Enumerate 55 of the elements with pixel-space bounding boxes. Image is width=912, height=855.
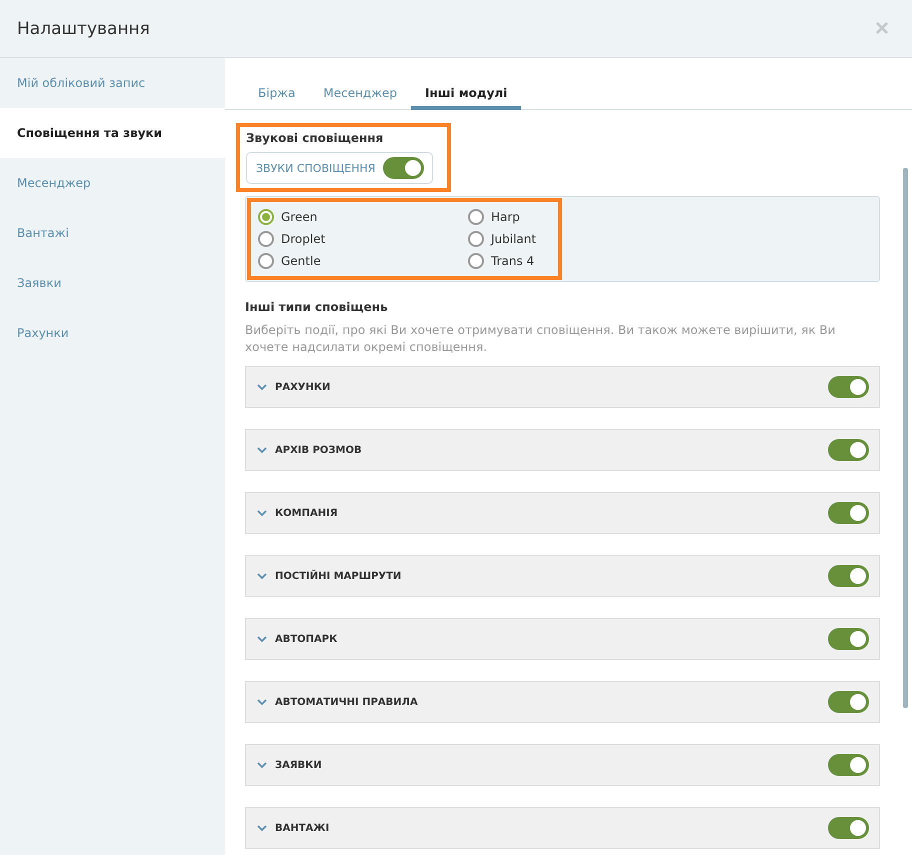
accordion-row[interactable]: ВАНТАЖІ <box>245 807 880 849</box>
accordion-row[interactable]: КОМПАНІЯ <box>245 492 880 534</box>
radio-label: Green <box>281 210 318 224</box>
chevron-icon <box>257 636 267 642</box>
toggle-switch[interactable] <box>828 565 869 587</box>
radio-label: Harp <box>491 210 520 224</box>
accordion-row[interactable]: ПОСТІЙНІ МАРШРУТИ <box>245 555 880 597</box>
row-label: КОМПАНІЯ <box>275 508 339 518</box>
row-label: АРХІВ РОЗМОВ <box>275 444 363 456</box>
radio-label: Droplet <box>281 232 326 246</box>
chevron-icon <box>257 384 267 390</box>
toggle-label: ЗВУКИ СПОВІЩЕННЯ <box>256 162 376 174</box>
chevron-icon <box>257 698 267 706</box>
toggle-switch[interactable] <box>383 157 424 179</box>
tab[interactable]: Інші модулі <box>411 83 522 110</box>
toggle-switch[interactable] <box>828 628 869 650</box>
row-label: РАХУНКИ <box>275 382 332 392</box>
tab[interactable]: Біржа <box>244 83 310 110</box>
row-label: ПОСТІЙНІ МАРШРУТИ <box>275 570 402 582</box>
accordion-row[interactable]: РАХУНКИ <box>245 366 880 408</box>
accordion-row[interactable]: АРХІВ РОЗМОВ <box>245 429 880 471</box>
radio-label: Gentle <box>281 254 321 268</box>
radio-button[interactable] <box>258 253 274 269</box>
row-label: ЗАЯВКИ <box>275 760 323 770</box>
sidebar-item[interactable]: Сповіщення та звуки <box>0 108 225 158</box>
description-text: Виберіть події, про які Ви хочете отримувати сповіщення. Ви також можете вирішити, як Ви хочете надсилати окремі сповіщення. <box>245 322 836 356</box>
scrollbar[interactable] <box>903 168 908 708</box>
row-label: ВАНТАЖІ <box>275 822 330 834</box>
accordion-row[interactable]: АВТОПАРК <box>245 618 880 660</box>
radio-label: Jubilant <box>491 232 536 246</box>
radio-button[interactable] <box>258 209 274 225</box>
chevron-icon <box>257 510 267 516</box>
chevron-icon <box>257 824 267 832</box>
toggle-switch[interactable] <box>828 754 869 776</box>
radio-button[interactable] <box>468 209 484 225</box>
tab[interactable]: Месенджер <box>309 83 412 110</box>
section-heading: Звукові сповіщення <box>246 131 384 145</box>
chevron-icon <box>257 572 267 580</box>
accordion-row[interactable]: АВТОМАТИЧНІ ПРАВИЛА <box>245 681 880 723</box>
accordion-row[interactable]: ЗАЯВКИ <box>245 744 880 786</box>
toggle-switch[interactable] <box>828 502 869 524</box>
radio-label: Trans 4 <box>491 254 534 268</box>
chevron-icon <box>257 762 267 768</box>
toggle-switch[interactable] <box>828 439 869 461</box>
toggle-switch[interactable] <box>828 817 869 839</box>
toggle-switch[interactable] <box>828 376 869 398</box>
radio-button[interactable] <box>468 231 484 247</box>
row-label: АВТОПАРК <box>275 634 338 644</box>
window-title: Налаштування <box>17 18 150 38</box>
radio-button[interactable] <box>468 253 484 269</box>
chevron-icon <box>257 446 267 454</box>
toggle-switch[interactable] <box>828 691 869 713</box>
radio-button[interactable] <box>258 231 274 247</box>
row-label: АВТОМАТИЧНІ ПРАВИЛА <box>275 696 419 708</box>
section-heading: Інші типи сповіщень <box>245 300 389 314</box>
